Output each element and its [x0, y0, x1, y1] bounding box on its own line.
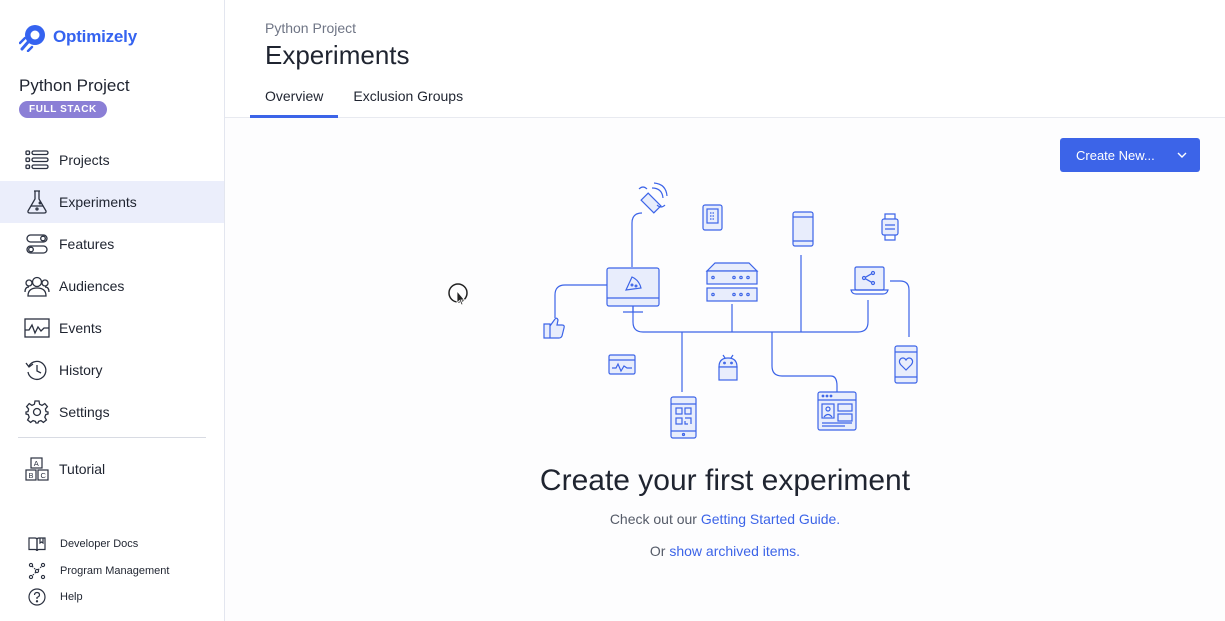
sidebar-item-history[interactable]: History	[0, 349, 224, 391]
footer-link-label: Program Management	[60, 564, 170, 577]
getting-started-link[interactable]: Getting Started Guide.	[701, 511, 840, 527]
svg-text:B: B	[29, 471, 34, 480]
tutorial-section: A B C Tutorial	[0, 448, 224, 490]
breadcrumb[interactable]: Python Project	[265, 20, 356, 36]
book-icon	[28, 535, 46, 553]
sidebar-item-label: Events	[59, 320, 102, 336]
product-badge: FULL STACK	[19, 101, 107, 118]
server-icon	[705, 262, 759, 302]
create-new-label: Create New...	[1076, 147, 1155, 163]
create-new-button[interactable]: Create New...	[1060, 138, 1200, 172]
history-icon	[24, 357, 50, 383]
sidebar-item-features[interactable]: Features	[0, 223, 224, 265]
sidebar-item-audiences[interactable]: Audiences	[0, 265, 224, 307]
projects-list-icon	[24, 147, 50, 173]
sidebar-item-settings[interactable]: Settings	[0, 391, 224, 433]
developer-docs-link[interactable]: Developer Docs	[0, 531, 224, 558]
sidebar-item-label: Settings	[59, 404, 110, 420]
flask-icon	[24, 189, 50, 215]
archived-prefix: Or	[649, 543, 666, 559]
page-header: Python Project Experiments Overview Excl…	[225, 0, 1225, 118]
tab-exclusion-groups[interactable]: Exclusion Groups	[338, 80, 478, 118]
optimizely-mark-icon	[19, 25, 45, 52]
sidebar-item-label: Projects	[59, 152, 110, 168]
abc-blocks-icon: A B C	[24, 456, 50, 482]
svg-text:A: A	[34, 459, 39, 468]
help-link[interactable]: Help	[0, 584, 224, 611]
brand-name: Optimizely	[53, 27, 137, 46]
footer-link-label: Developer Docs	[60, 538, 139, 551]
sidebar-item-label: Features	[59, 236, 115, 252]
optimizely-logo[interactable]: Optimizely	[19, 22, 137, 52]
sidebar: Optimizely Python Project FULL STACK Pro…	[0, 0, 225, 621]
events-chart-icon	[24, 315, 50, 341]
satellite-icon	[638, 182, 668, 214]
monitor-pulse-icon	[608, 354, 636, 375]
android-icon	[718, 354, 738, 381]
sidebar-nav: Projects Experiments Features Audiences …	[0, 139, 224, 433]
tab-overview[interactable]: Overview	[250, 80, 339, 118]
people-icon	[24, 273, 50, 299]
empty-state-illustration	[543, 182, 918, 439]
svg-text:C: C	[41, 471, 47, 480]
network-icon	[28, 562, 46, 580]
sidebar-item-label: Audiences	[59, 278, 125, 294]
archived-items-line: Or show archived items.	[225, 543, 1225, 559]
sidebar-item-events[interactable]: Events	[0, 307, 224, 349]
help-circle-icon	[28, 588, 46, 606]
phone-icon	[792, 211, 814, 247]
empty-state-headline: Create your first experiment	[539, 464, 911, 497]
getting-started-line: Check out our Getting Started Guide.	[225, 511, 1225, 527]
sidebar-item-label: History	[59, 362, 103, 378]
sidebar-item-label: Tutorial	[59, 461, 106, 477]
sidebar-item-label: Experiments	[59, 194, 137, 210]
chevron-down-icon	[1177, 152, 1187, 158]
gear-icon	[24, 399, 50, 425]
sidebar-item-experiments[interactable]: Experiments	[0, 181, 224, 223]
thumbs-up-icon	[543, 317, 565, 339]
phone-qr-icon	[894, 345, 918, 384]
mouse-cursor-icon	[448, 283, 468, 306]
browser-profile-icon	[817, 391, 857, 431]
project-name: Python Project	[19, 76, 130, 95]
tab-bar: Overview Exclusion Groups	[250, 80, 478, 118]
sidebar-item-projects[interactable]: Projects	[0, 139, 224, 181]
phone-scan-icon	[670, 396, 697, 439]
smartwatch-icon	[881, 213, 899, 241]
desktop-monitor-icon	[606, 267, 660, 313]
show-archived-link[interactable]: show archived items.	[669, 543, 800, 559]
getting-started-prefix: Check out our	[609, 511, 697, 527]
toggle-icon	[24, 231, 50, 257]
program-management-link[interactable]: Program Management	[0, 558, 224, 585]
sidebar-item-tutorial[interactable]: A B C Tutorial	[0, 448, 224, 490]
page-title: Experiments	[265, 40, 410, 70]
main-content: Python Project Experiments Overview Excl…	[225, 0, 1225, 621]
sidebar-divider	[18, 437, 206, 438]
sidebar-footer: Developer Docs Program Management Help	[0, 531, 224, 611]
laptop-share-icon	[850, 266, 889, 295]
footer-link-label: Help	[60, 591, 83, 604]
tablet-icon	[702, 204, 723, 231]
